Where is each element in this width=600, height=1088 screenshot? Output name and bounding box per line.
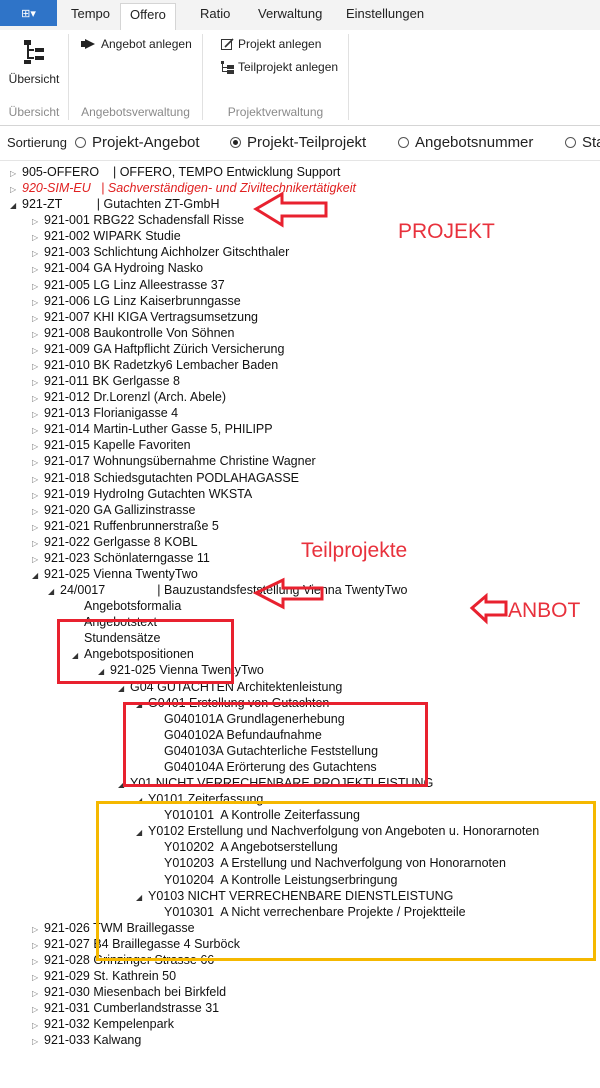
annotation-arrows: [252, 191, 508, 625]
annotation-label-anbot: ANBOT: [508, 599, 581, 622]
arrow-anbot: [469, 592, 508, 625]
annotation-label-projekt: PROJEKT: [398, 220, 495, 243]
arrow-projekt: [253, 191, 328, 228]
arrow-teilprojekt: [252, 577, 324, 610]
annotation-label-teilprojekte: Teilprojekte: [301, 539, 408, 562]
